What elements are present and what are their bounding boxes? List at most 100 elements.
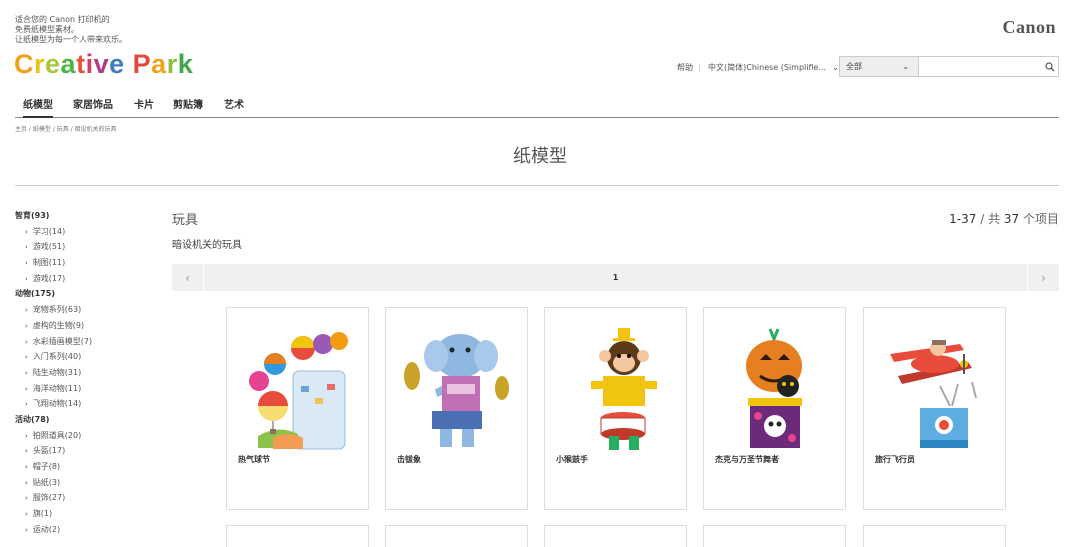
product-card[interactable] [226, 525, 369, 547]
chevron-right-icon[interactable]: › [1027, 264, 1059, 291]
canon-logo[interactable]: Canon [1002, 17, 1056, 38]
tagline: 适合您的 Canon 打印机的 免费纸模型素材。 让纸模型为每一个人带来欢乐。 [15, 15, 127, 45]
product-title: 热气球节 [238, 455, 270, 464]
sidebar-item[interactable]: › 虚构的生物(9) [15, 320, 155, 336]
product-card[interactable] [703, 525, 846, 547]
sidebar-item[interactable]: › 入门系列(40) [15, 351, 155, 367]
language-selector[interactable]: 中文(简体)Chinese (Simplifie... ⌄ [708, 57, 839, 77]
category-sidebar: 智育(93) › 学习(14) › 游戏(51) › 制图(11) › 游戏(17) 动物(175… [15, 210, 155, 539]
sidebar-item-label: 帽子(8) [32, 462, 61, 471]
breadcrumb[interactable]: 主页 / 纸模型 / 玩具 / 暗设机关的玩具 [15, 124, 117, 133]
sidebar-item[interactable]: › 服饰(27) [15, 492, 155, 508]
chevron-right-icon: › [25, 243, 28, 252]
sidebar-item-label: 拍照道具(20) [32, 430, 82, 440]
logo-letter: i [85, 49, 94, 79]
search-input[interactable] [919, 57, 1042, 76]
logo-letter: v [93, 49, 110, 79]
sidebar-item[interactable]: › 海洋动物(11) [15, 383, 155, 399]
logo-letter: P [132, 49, 152, 79]
product-title: 杰克与万圣节舞者 [715, 455, 779, 464]
product-card[interactable]: 旅行飞行员 [863, 307, 1006, 510]
category-tabs: 纸模型 家居饰品 卡片 剪贴簿 艺术 [15, 94, 1059, 118]
chevron-right-icon: › [25, 306, 28, 315]
chevron-right-icon: › [25, 368, 28, 377]
chevron-right-icon: › [25, 510, 28, 519]
sidebar-item[interactable]: › 学习(14) [15, 226, 155, 242]
chevron-left-icon[interactable]: ‹ [172, 264, 204, 291]
divider [15, 185, 1059, 186]
chevron-right-icon: › [25, 494, 28, 503]
product-title: 击钹象 [397, 455, 421, 464]
sidebar-item-label: 游戏(17) [32, 273, 66, 283]
chevron-right-icon: › [25, 259, 28, 268]
sidebar-item[interactable]: › 游戏(51) [15, 241, 155, 257]
chevron-right-icon: › [25, 463, 28, 471]
search-icon[interactable] [1041, 57, 1058, 76]
chevron-right-icon: › [25, 525, 28, 534]
product-title: 旅行飞行员 [875, 455, 915, 464]
sidebar-item[interactable]: › 飞翔动物(14) [15, 398, 155, 414]
product-card[interactable]: 热气球节 [226, 307, 369, 510]
sidebar-item[interactable]: › 制图(11) [15, 257, 155, 273]
utility-separator: | [698, 62, 701, 72]
product-card[interactable] [385, 525, 528, 547]
sidebar-item-label: 贴纸(3) [32, 477, 61, 487]
tab-art[interactable]: 艺术 [224, 96, 244, 118]
page-number[interactable]: 1 [172, 264, 1059, 291]
page-title: 纸模型 [513, 146, 567, 167]
travel-pilot-image [890, 340, 977, 448]
product-card[interactable]: 小猴鼓手 [544, 307, 687, 510]
sidebar-item[interactable]: › 陆生动物(31) [15, 367, 155, 383]
tab-scrapbook[interactable]: 剪贴簿 [173, 96, 203, 118]
chevron-right-icon: › [25, 274, 28, 283]
sidebar-item[interactable]: › 运动(2) [15, 524, 155, 540]
monkey-drummer-image [591, 328, 657, 450]
tagline-line-3: 让纸模型为每一个人带来欢乐。 [15, 35, 127, 44]
product-card[interactable] [863, 525, 1006, 547]
logo-letter: r [166, 49, 178, 79]
sidebar-item[interactable]: › 贴纸(3) [15, 477, 155, 493]
sidebar-item-label: 虚构的生物(9) [32, 320, 85, 330]
hot-air-balloon-image [249, 332, 348, 450]
section-subtitle: 暗设机关的玩具 [172, 240, 242, 251]
logo-letter: C [14, 49, 34, 79]
count-total: 37 [1003, 212, 1020, 226]
tab-cards[interactable]: 卡片 [134, 96, 154, 118]
chevron-right-icon: › [25, 400, 28, 409]
sidebar-item[interactable]: › 帽子(8) [15, 461, 155, 477]
search-scope-label: 全部 [846, 62, 862, 71]
sidebar-item[interactable]: › 旗(1) [15, 508, 155, 524]
logo-letter: e [109, 49, 125, 79]
tagline-line-2: 免费纸模型素材。 [15, 25, 79, 34]
sidebar-item-label: 旗(1) [32, 509, 53, 519]
sidebar-item[interactable]: › 头盔(17) [15, 445, 155, 461]
sidebar-group[interactable]: 动物(175) [15, 288, 155, 304]
sidebar-group[interactable]: 智育(93) [15, 210, 155, 226]
product-card[interactable] [544, 525, 687, 547]
tab-home-decor[interactable]: 家居饰品 [73, 96, 113, 118]
sidebar-item-label: 海洋动物(11) [32, 383, 82, 393]
product-card[interactable]: 击钹象 [385, 307, 528, 510]
creative-park-logo[interactable]: Creative Park [14, 47, 193, 81]
help-link[interactable]: 帮助 [677, 57, 693, 77]
product-title: 小猴鼓手 [556, 455, 588, 464]
sidebar-item[interactable]: › 游戏(17) [15, 273, 155, 289]
tagline-line-1: 适合您的 Canon 打印机的 [15, 15, 110, 24]
sidebar-item[interactable]: › 拍照道具(20) [15, 430, 155, 446]
sidebar-item-label: 宠物系列(63) [32, 305, 82, 315]
search-scope-select[interactable]: 全部 ⌄ [840, 57, 920, 76]
chevron-down-icon: ⌄ [902, 62, 910, 71]
sidebar-group[interactable]: 活动(78) [15, 414, 155, 430]
sidebar-item[interactable]: › 水彩插画模型(7) [15, 336, 155, 352]
logo-letter: t [76, 49, 86, 79]
chevron-right-icon: › [25, 353, 28, 362]
halloween-dancer-image [746, 328, 802, 448]
product-card[interactable]: 杰克与万圣节舞者 [703, 307, 846, 510]
logo-letter: a [151, 49, 167, 79]
sidebar-item[interactable]: › 宠物系列(63) [15, 304, 155, 320]
pagination: 1 ‹ › [172, 264, 1059, 291]
search-bar: 全部 ⌄ [839, 56, 1059, 77]
tab-paper-craft[interactable]: 纸模型 [23, 96, 53, 118]
sidebar-item-label: 运动(2) [32, 524, 61, 534]
chevron-down-icon: ⌄ [832, 62, 839, 72]
